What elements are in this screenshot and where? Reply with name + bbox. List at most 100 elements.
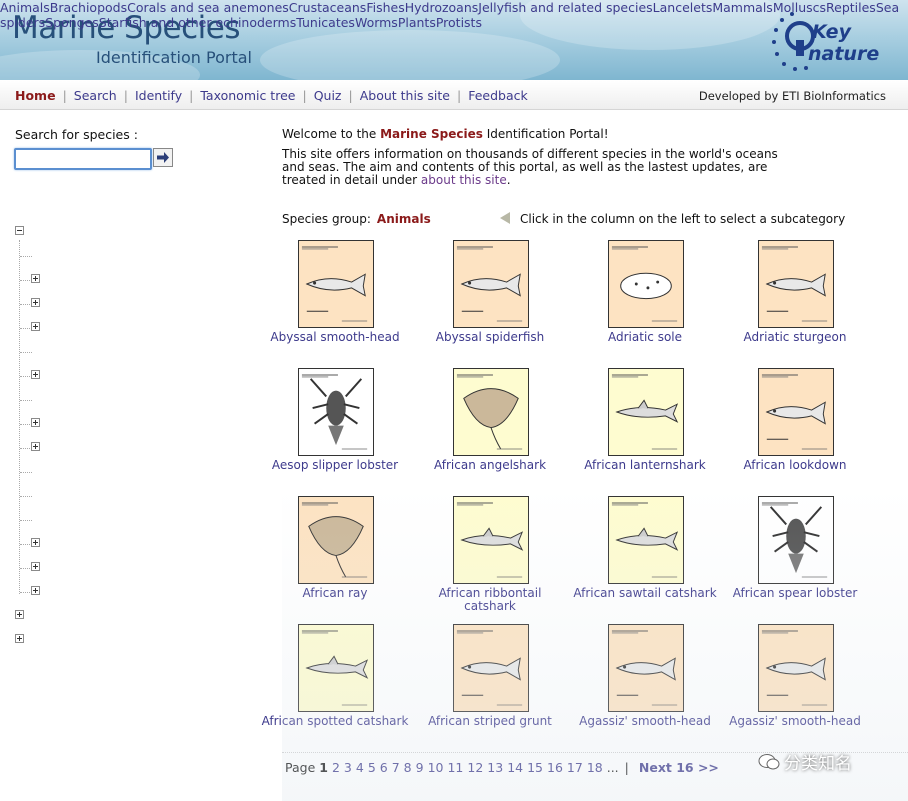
species-name-link[interactable]: Agassiz' smooth-head xyxy=(720,715,870,728)
tree-node-sponges[interactable]: Sponges xyxy=(45,15,99,30)
expand-icon[interactable] xyxy=(31,562,40,571)
pager-page-link[interactable]: 6 xyxy=(380,760,388,775)
species-name-link[interactable]: Adriatic sole xyxy=(570,331,720,344)
species-thumbnail[interactable] xyxy=(758,240,834,328)
species-thumbnail[interactable] xyxy=(758,496,834,584)
nav-search[interactable]: Search xyxy=(74,88,117,103)
pager-page-link[interactable]: 8 xyxy=(404,760,412,775)
expand-icon[interactable] xyxy=(31,322,40,331)
pager-page-link[interactable]: 14 xyxy=(507,760,523,775)
pager-page-link[interactable]: 7 xyxy=(392,760,400,775)
species-card[interactable]: African ray xyxy=(260,492,410,620)
tree-node-tunicates[interactable]: Tunicates xyxy=(296,15,355,30)
species-name-link[interactable]: African lanternshark xyxy=(570,459,720,472)
species-thumbnail[interactable] xyxy=(298,624,374,712)
expand-icon[interactable] xyxy=(31,370,40,379)
collapse-icon[interactable] xyxy=(15,226,24,235)
pager-page-link[interactable]: 15 xyxy=(527,760,543,775)
tree-node-brachiopods[interactable]: Brachiopods xyxy=(50,0,127,15)
pager-page-link[interactable]: 4 xyxy=(356,760,364,775)
tree-node-lancelets[interactable]: Lancelets xyxy=(653,0,713,15)
species-card[interactable]: Agassiz' smooth-head xyxy=(720,620,870,748)
species-thumbnail[interactable] xyxy=(758,368,834,456)
species-search-input[interactable] xyxy=(14,148,152,170)
species-thumbnail[interactable] xyxy=(758,624,834,712)
species-thumbnail[interactable] xyxy=(453,240,529,328)
species-name-link[interactable]: African spotted catshark xyxy=(260,715,410,728)
tree-node-jellyfish-and-related-species[interactable]: Jellyfish and related species xyxy=(478,0,652,15)
pager-page-link[interactable]: 18 xyxy=(587,760,603,775)
species-card[interactable]: African lanternshark xyxy=(570,364,720,492)
species-name-link[interactable]: African striped grunt xyxy=(415,715,565,728)
pager-page-link[interactable]: 9 xyxy=(416,760,424,775)
expand-icon[interactable] xyxy=(31,418,40,427)
species-thumbnail[interactable] xyxy=(453,368,529,456)
expand-icon[interactable] xyxy=(31,442,40,451)
species-name-link[interactable]: Abyssal spiderfish xyxy=(415,331,565,344)
tree-node-fishes[interactable]: Fishes xyxy=(366,0,404,15)
species-card[interactable]: African angelshark xyxy=(415,364,565,492)
species-thumbnail[interactable] xyxy=(453,624,529,712)
pager-page-link[interactable]: 16 xyxy=(547,760,563,775)
species-name-link[interactable]: Abyssal smooth-head xyxy=(260,331,410,344)
species-card[interactable]: Adriatic sturgeon xyxy=(720,236,870,364)
pager-page-link[interactable]: 3 xyxy=(344,760,352,775)
tree-node-molluscs[interactable]: Molluscs xyxy=(773,0,826,15)
pager-page-link[interactable]: 12 xyxy=(467,760,483,775)
pager-page-link[interactable]: 2 xyxy=(332,760,340,775)
species-name-link[interactable]: Aesop slipper lobster xyxy=(260,459,410,472)
species-card[interactable]: Abyssal smooth-head xyxy=(260,236,410,364)
tree-node-worms[interactable]: Worms xyxy=(355,15,398,30)
species-name-link[interactable]: African ribbontail catshark xyxy=(415,587,565,613)
expand-icon[interactable] xyxy=(31,586,40,595)
species-card[interactable]: Agassiz' smooth-head xyxy=(570,620,720,748)
species-card[interactable]: African ribbontail catshark xyxy=(415,492,565,620)
species-thumbnail[interactable] xyxy=(608,240,684,328)
tree-node-hydrozoans[interactable]: Hydrozoans xyxy=(405,0,479,15)
pager-page-link[interactable]: 11 xyxy=(447,760,463,775)
species-name-link[interactable]: African sawtail catshark xyxy=(570,587,720,600)
tree-node-protists[interactable]: Protists xyxy=(436,15,482,30)
species-card[interactable]: African spotted catshark xyxy=(260,620,410,748)
nav-home[interactable]: Home xyxy=(15,88,56,103)
species-card[interactable]: African sawtail catshark xyxy=(570,492,720,620)
species-name-link[interactable]: African lookdown xyxy=(720,459,870,472)
species-thumbnail[interactable] xyxy=(453,496,529,584)
species-thumbnail[interactable] xyxy=(608,624,684,712)
expand-icon[interactable] xyxy=(15,610,24,619)
expand-icon[interactable] xyxy=(31,274,40,283)
nav-about[interactable]: About this site xyxy=(360,88,450,103)
species-thumbnail[interactable] xyxy=(298,368,374,456)
pager-page-link[interactable]: 13 xyxy=(487,760,503,775)
pager-page-link[interactable]: 17 xyxy=(567,760,583,775)
species-thumbnail[interactable] xyxy=(298,496,374,584)
tree-node-animals[interactable]: Animals xyxy=(0,0,50,15)
tree-node-starfish-and-other-echinoderms[interactable]: Starfish and other echinoderms xyxy=(99,15,296,30)
nav-quiz[interactable]: Quiz xyxy=(314,88,342,103)
species-card[interactable]: African spear lobster xyxy=(720,492,870,620)
tree-node-reptiles[interactable]: Reptiles xyxy=(826,0,876,15)
expand-icon[interactable] xyxy=(15,634,24,643)
tree-node-mammals[interactable]: Mammals xyxy=(712,0,772,15)
species-card[interactable]: Adriatic sole xyxy=(570,236,720,364)
species-name-link[interactable]: African spear lobster xyxy=(720,587,870,600)
expand-icon[interactable] xyxy=(31,298,40,307)
pager-next-link[interactable]: Next 16 >> xyxy=(639,760,719,775)
tree-node-crustaceans[interactable]: Crustaceans xyxy=(289,0,367,15)
species-thumbnail[interactable] xyxy=(608,496,684,584)
species-name-link[interactable]: Agassiz' smooth-head xyxy=(570,715,720,728)
tree-node-corals-and-sea-anemones[interactable]: Corals and sea anemones xyxy=(127,0,289,15)
pager-page-link[interactable]: 5 xyxy=(368,760,376,775)
about-site-link[interactable]: about this site xyxy=(421,173,507,187)
species-card[interactable]: Abyssal spiderfish xyxy=(415,236,565,364)
nav-taxonomic-tree[interactable]: Taxonomic tree xyxy=(200,88,295,103)
species-name-link[interactable]: African ray xyxy=(260,587,410,600)
species-thumbnail[interactable] xyxy=(608,368,684,456)
expand-icon[interactable] xyxy=(31,538,40,547)
nav-identify[interactable]: Identify xyxy=(135,88,182,103)
species-thumbnail[interactable] xyxy=(298,240,374,328)
species-card[interactable]: Aesop slipper lobster xyxy=(260,364,410,492)
pager-page-link[interactable]: 10 xyxy=(428,760,444,775)
species-name-link[interactable]: African angelshark xyxy=(415,459,565,472)
tree-node-plants[interactable]: Plants xyxy=(398,15,436,30)
